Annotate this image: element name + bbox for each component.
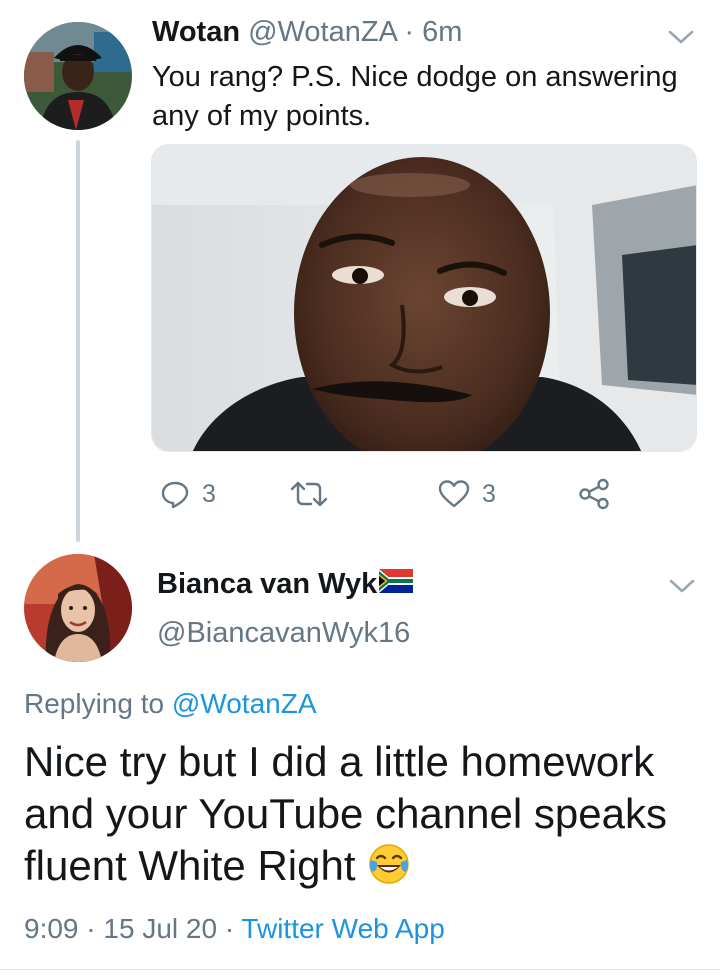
tweet-source-link[interactable]: Twitter Web App: [241, 913, 444, 944]
tweet-actions: 3 3: [0, 474, 720, 514]
replying-to-mention[interactable]: @WotanZA: [172, 688, 317, 719]
share-icon: [578, 478, 610, 510]
user-handle[interactable]: @BiancavanWyk16: [157, 617, 410, 650]
chevron-down-icon[interactable]: [669, 578, 695, 594]
tweet-timestamp[interactable]: 6m: [422, 16, 462, 48]
separator-dot: ·: [86, 913, 96, 944]
reply-icon: [160, 479, 190, 509]
separator-dot: ·: [404, 16, 415, 48]
separator-dot: ·: [224, 913, 235, 944]
display-name-row[interactable]: Bianca van Wyk: [157, 568, 414, 601]
tweet-text-body: Nice try but I did a little homework and…: [24, 738, 667, 889]
tweet-header: Wotan @WotanZA · 6m: [152, 16, 462, 49]
tweet-text: You rang? P.S. Nice dodge on answering a…: [152, 61, 678, 132]
south-africa-flag-icon: [377, 568, 414, 601]
tweet-date[interactable]: 15 Jul 20: [103, 913, 217, 944]
chevron-down-icon[interactable]: [668, 29, 694, 45]
retweet-button[interactable]: [289, 474, 329, 514]
reply-button[interactable]: 3: [160, 474, 216, 514]
tears-of-joy-emoji-icon: [367, 842, 411, 886]
share-button[interactable]: [578, 474, 610, 514]
divider: [0, 969, 720, 970]
avatar[interactable]: [24, 22, 132, 130]
replying-to-label: Replying to: [24, 688, 165, 719]
display-name[interactable]: Bianca van Wyk: [157, 568, 377, 601]
like-button[interactable]: 3: [438, 474, 496, 514]
tweet-text: Nice try but I did a little homework and…: [24, 736, 704, 892]
avatar[interactable]: [24, 554, 132, 662]
heart-icon: [438, 479, 470, 509]
reply-count: 3: [202, 479, 216, 508]
retweet-icon: [289, 479, 329, 509]
like-count: 3: [482, 479, 496, 508]
tweet-photo[interactable]: [151, 144, 697, 452]
tweet-time[interactable]: 9:09: [24, 913, 79, 944]
user-handle[interactable]: @WotanZA: [248, 16, 396, 48]
display-name[interactable]: Wotan: [152, 16, 240, 48]
tweet-meta: 9:09 · 15 Jul 20 · Twitter Web App: [24, 913, 445, 945]
replying-to-line: Replying to @WotanZA: [24, 688, 317, 720]
